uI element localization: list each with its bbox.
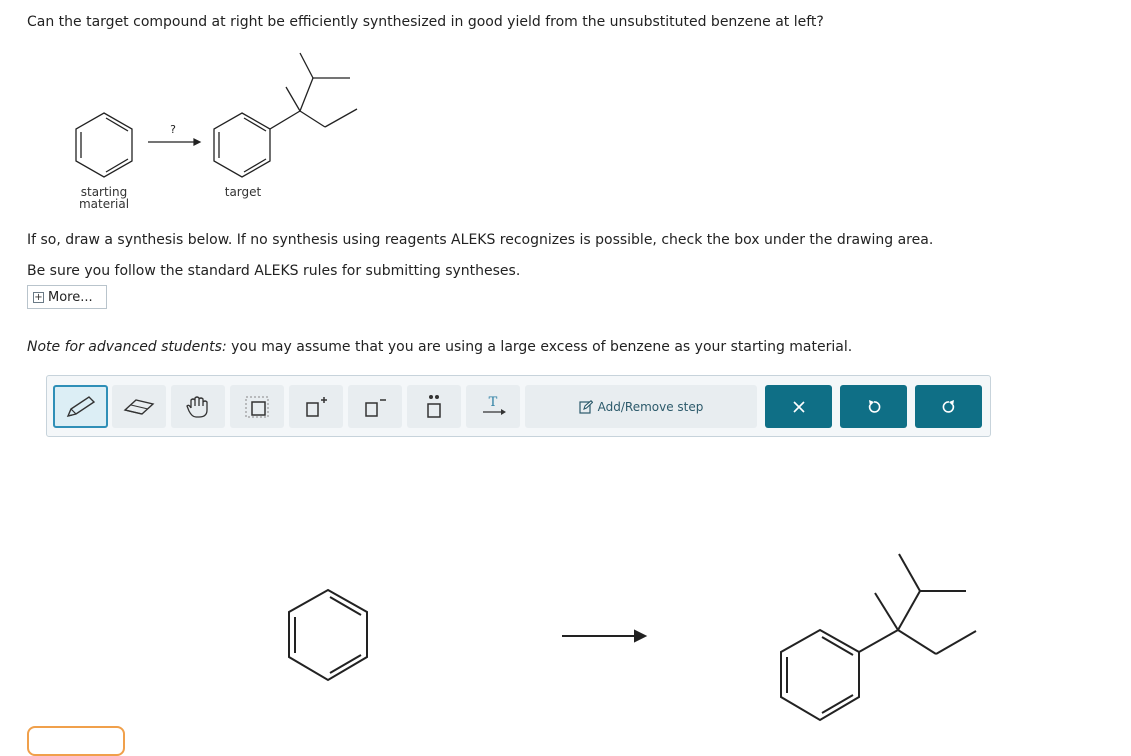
reaction-scheme: ? <box>75 52 358 178</box>
question-text: Can the target compound at right be effi… <box>27 14 824 30</box>
undo-button[interactable] <box>840 385 907 428</box>
advanced-note-prefix: Note for advanced students: <box>27 339 227 355</box>
scheme-arrow <box>148 138 202 146</box>
eraser-icon <box>123 398 155 415</box>
drawing-canvas[interactable] <box>0 440 1131 737</box>
no-synthesis-checkbox-area[interactable] <box>27 726 125 756</box>
lone-pair-button[interactable] <box>407 385 461 428</box>
remove-charge-icon <box>365 398 386 417</box>
starting-benzene <box>75 112 133 178</box>
more-button[interactable]: + More... <box>27 285 107 309</box>
instruction-line2: Be sure you follow the standard ALEKS ru… <box>27 263 521 279</box>
eraser-tool-button[interactable] <box>112 385 166 428</box>
instruction-line1: If so, draw a synthesis below. If no syn… <box>27 232 934 248</box>
redo-button[interactable] <box>915 385 982 428</box>
hand-icon <box>186 395 208 418</box>
edit-icon <box>579 399 593 414</box>
drawing-toolbar: T Add/Remove step <box>46 375 991 437</box>
canvas-reaction-arrow <box>562 629 648 643</box>
more-label: More... <box>48 289 93 305</box>
add-charge-button[interactable] <box>289 385 343 428</box>
clear-button[interactable] <box>765 385 832 428</box>
add-remove-step-label: Add/Remove step <box>597 399 704 414</box>
target-label: target <box>224 185 262 199</box>
arrow-question: ? <box>170 123 176 136</box>
pencil-icon <box>66 395 95 417</box>
select-tool-button[interactable] <box>230 385 284 428</box>
plus-icon: + <box>33 291 44 303</box>
undo-icon <box>868 399 880 413</box>
text-arrow-button[interactable]: T <box>466 385 520 428</box>
select-box-icon <box>245 396 269 417</box>
advanced-note: Note for advanced students: you may assu… <box>27 339 852 355</box>
canvas-benzene <box>288 588 368 682</box>
target-molecule <box>213 52 358 178</box>
hand-tool-button[interactable] <box>171 385 225 428</box>
redo-icon <box>942 399 954 413</box>
remove-charge-button[interactable] <box>348 385 402 428</box>
advanced-note-body: you may assume that you are using a larg… <box>226 339 853 355</box>
canvas-target-molecule <box>780 553 977 722</box>
add-charge-icon <box>306 396 327 417</box>
svg-text:T: T <box>489 395 498 410</box>
starting-label-line2: material <box>78 197 130 211</box>
add-remove-step-button[interactable]: Add/Remove step <box>525 385 757 428</box>
pencil-tool-button[interactable] <box>53 385 108 428</box>
starting-material-label: starting material <box>73 186 135 210</box>
text-arrow-icon: T <box>483 395 506 415</box>
lone-pair-icon <box>427 394 441 418</box>
clear-icon <box>792 400 805 413</box>
